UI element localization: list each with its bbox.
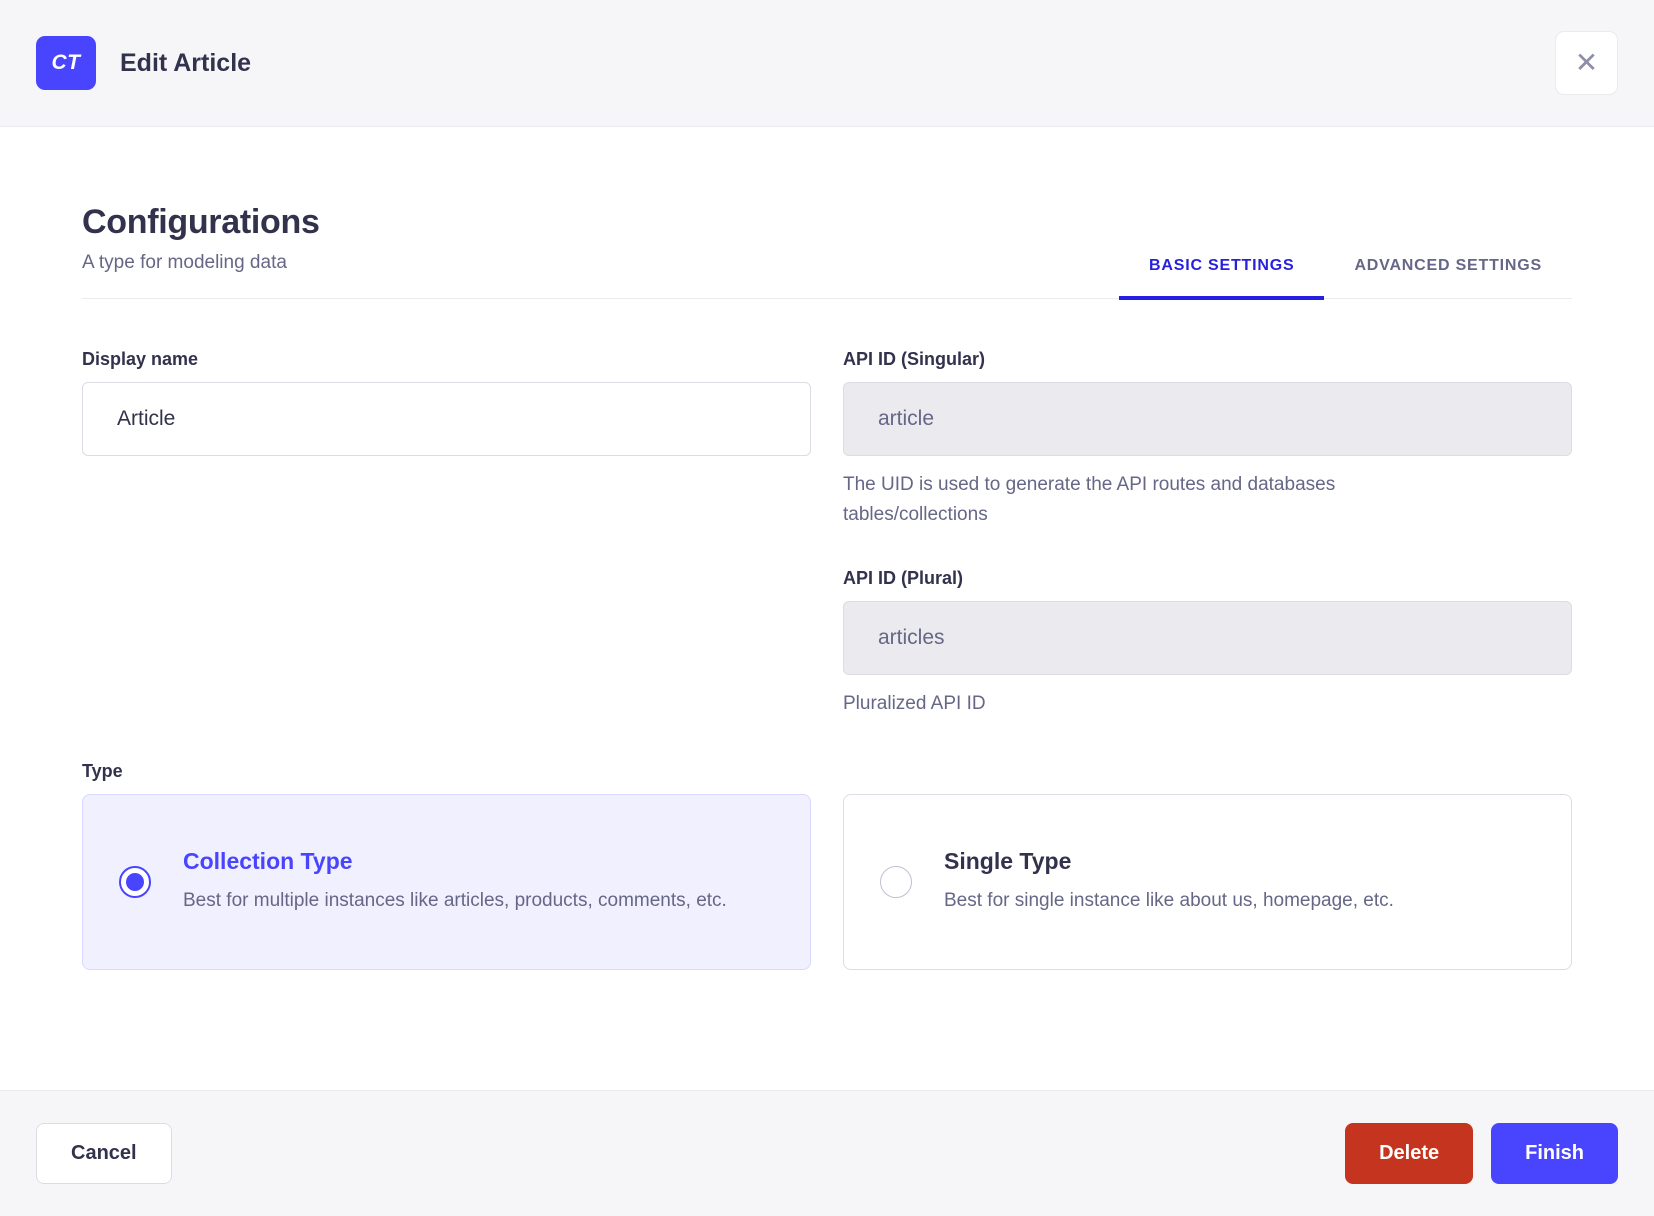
collection-type-card[interactable]: Collection Type Best for multiple instan… [82, 794, 811, 970]
section-head: Configurations A type for modeling data … [82, 203, 1572, 300]
type-options: Collection Type Best for multiple instan… [82, 794, 1572, 970]
settings-tabs: BASIC SETTINGS ADVANCED SETTINGS [1119, 257, 1572, 300]
finish-button[interactable]: Finish [1491, 1123, 1618, 1184]
display-name-field-group: Display name [82, 349, 811, 530]
modal-header: CT Edit Article ✕ [0, 0, 1654, 127]
display-name-input[interactable] [82, 382, 811, 456]
section-titles: Configurations A type for modeling data [82, 203, 320, 298]
content-type-badge-label: CT [51, 51, 81, 74]
radio-selected-icon[interactable] [119, 866, 151, 898]
tab-basic-settings[interactable]: BASIC SETTINGS [1119, 257, 1325, 300]
api-id-plural-label: API ID (Plural) [843, 568, 964, 588]
type-label: Type [82, 761, 123, 781]
single-type-card[interactable]: Single Type Best for single instance lik… [843, 794, 1572, 970]
collection-type-texts: Collection Type Best for multiple instan… [183, 848, 727, 916]
page-title: Configurations [82, 203, 320, 241]
configurations-form: Display name API ID (Singular) The UID i… [82, 349, 1572, 719]
api-id-singular-label: API ID (Singular) [843, 349, 986, 369]
close-button[interactable]: ✕ [1555, 31, 1618, 95]
single-type-texts: Single Type Best for single instance lik… [944, 848, 1394, 916]
single-type-description: Best for single instance like about us, … [944, 890, 1394, 911]
api-id-plural-field-group: API ID (Plural) Pluralized API ID [843, 568, 1572, 719]
modal-body: Configurations A type for modeling data … [0, 127, 1654, 1090]
collection-type-description: Best for multiple instances like article… [183, 890, 727, 911]
api-id-singular-input [843, 382, 1572, 456]
api-id-singular-hint: The UID is used to generate the API rout… [843, 474, 1336, 525]
modal-title: Edit Article [120, 48, 252, 77]
radio-unselected-icon[interactable] [880, 866, 912, 898]
tab-advanced-settings[interactable]: ADVANCED SETTINGS [1324, 257, 1572, 300]
api-id-plural-input [843, 601, 1572, 675]
delete-button[interactable]: Delete [1345, 1123, 1474, 1184]
collection-type-title: Collection Type [183, 848, 353, 874]
single-type-title: Single Type [944, 848, 1072, 874]
content-type-badge: CT [36, 36, 96, 90]
close-icon: ✕ [1574, 47, 1599, 78]
api-id-plural-hint: Pluralized API ID [843, 693, 986, 714]
cancel-button[interactable]: Cancel [36, 1123, 172, 1184]
type-section: Type Collection Type Best for multiple i… [82, 761, 1572, 970]
modal-footer: Cancel Delete Finish [0, 1090, 1654, 1216]
page-subtitle: A type for modeling data [82, 252, 287, 273]
display-name-label: Display name [82, 349, 199, 369]
api-id-singular-field-group: API ID (Singular) The UID is used to gen… [843, 349, 1572, 530]
